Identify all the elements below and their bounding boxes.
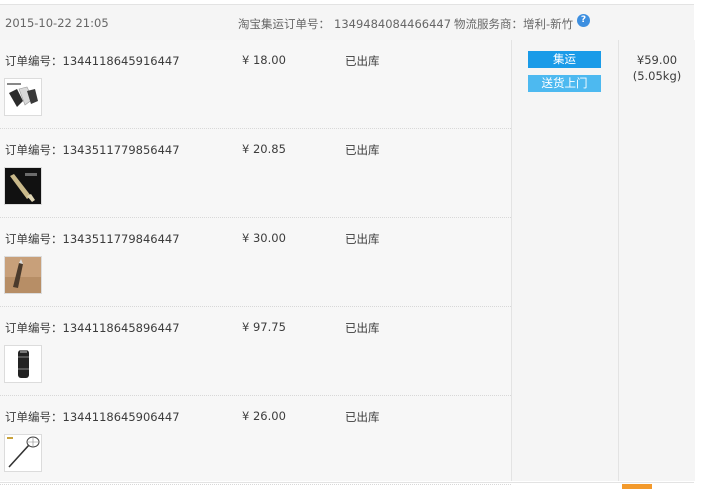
order-number: 订单编号：1344118645916447: [5, 53, 180, 69]
order-row: 订单编号：1344118645906447 ¥ 26.00 已出库: [0, 396, 511, 485]
order-row: 订单编号：1344118645896447 ¥ 97.75 已出库: [0, 307, 511, 396]
taobao-number-label: 淘宝集运订单号：: [238, 17, 330, 31]
logistics-provider: 物流服务商：增利-新竹: [454, 16, 573, 32]
order-number: 订单编号：1344118645906447: [5, 409, 180, 425]
order-price: ¥ 97.75: [242, 320, 286, 334]
order-status: 已出库: [345, 410, 380, 424]
order-number-value: 1344118645906447: [62, 410, 180, 424]
order-number-label: 订单编号：: [5, 54, 63, 68]
logistics-value: 增利-新竹: [523, 17, 574, 31]
order-number-label: 订单编号：: [5, 143, 63, 157]
order-status: 已出库: [345, 321, 380, 335]
net-product-thumbnail[interactable]: [4, 434, 42, 472]
order-number-label: 订单编号：: [5, 410, 63, 424]
consolidate-button[interactable]: 集运: [528, 51, 601, 68]
order-number-label: 订单编号：: [5, 321, 63, 335]
order-number-value: 1344118645916447: [62, 54, 180, 68]
order-summary: ¥59.00 (5.05kg): [618, 40, 695, 481]
order-price: ¥ 20.85: [242, 142, 286, 156]
consolidated-order-panel: 2015-10-22 21:05 淘宝集运订单号： 134948408446644…: [0, 0, 695, 485]
order-item-list: 订单编号：1344118645916447 ¥ 18.00 已出库 订单编号：1…: [0, 40, 511, 485]
divider: [0, 482, 694, 483]
order-status: 已出库: [345, 54, 380, 68]
order-number-value: 1343511779856447: [62, 143, 180, 157]
order-price: ¥ 18.00: [242, 53, 286, 67]
order-number-value: 1343511779846447: [62, 232, 180, 246]
accent-bar: [622, 484, 652, 489]
order-row: 订单编号：1343511779856447 ¥ 20.85 已出库: [0, 129, 511, 218]
home-delivery-button[interactable]: 送货上门: [528, 75, 601, 92]
order-header: 2015-10-22 21:05 淘宝集运订单号： 134948408446644…: [0, 4, 694, 41]
order-row: 订单编号：1343511779846447 ¥ 30.00 已出库: [0, 218, 511, 307]
order-total: ¥59.00: [636, 53, 678, 67]
order-number: 订单编号：1344118645896447: [5, 320, 180, 336]
order-price: ¥ 26.00: [242, 409, 286, 423]
tool-product-thumbnail[interactable]: [4, 167, 42, 205]
order-price: ¥ 30.00: [242, 231, 286, 245]
order-row: 订单编号：1344118645916447 ¥ 18.00 已出库: [0, 40, 511, 129]
flashlight-product-thumbnail[interactable]: [4, 345, 42, 383]
order-number-value: 1344118645896447: [62, 321, 180, 335]
order-status: 已出库: [345, 232, 380, 246]
order-status: 已出库: [345, 143, 380, 157]
knife-product-thumbnail[interactable]: [4, 256, 42, 294]
logistics-label: 物流服务商：: [454, 17, 523, 31]
taobao-number-value: 1349484084466447: [334, 17, 452, 31]
order-weight: (5.05kg): [632, 69, 682, 83]
order-actions: 集运 送货上门: [511, 40, 618, 481]
gloves-product-thumbnail[interactable]: [4, 78, 42, 116]
order-number-label: 订单编号：: [5, 232, 63, 246]
help-icon[interactable]: ?: [577, 14, 590, 27]
taobao-consolidation-number: 淘宝集运订单号： 1349484084466447: [238, 16, 451, 32]
order-number: 订单编号：1343511779856447: [5, 142, 180, 158]
order-number: 订单编号：1343511779846447: [5, 231, 180, 247]
order-datetime: 2015-10-22 21:05: [5, 16, 109, 30]
